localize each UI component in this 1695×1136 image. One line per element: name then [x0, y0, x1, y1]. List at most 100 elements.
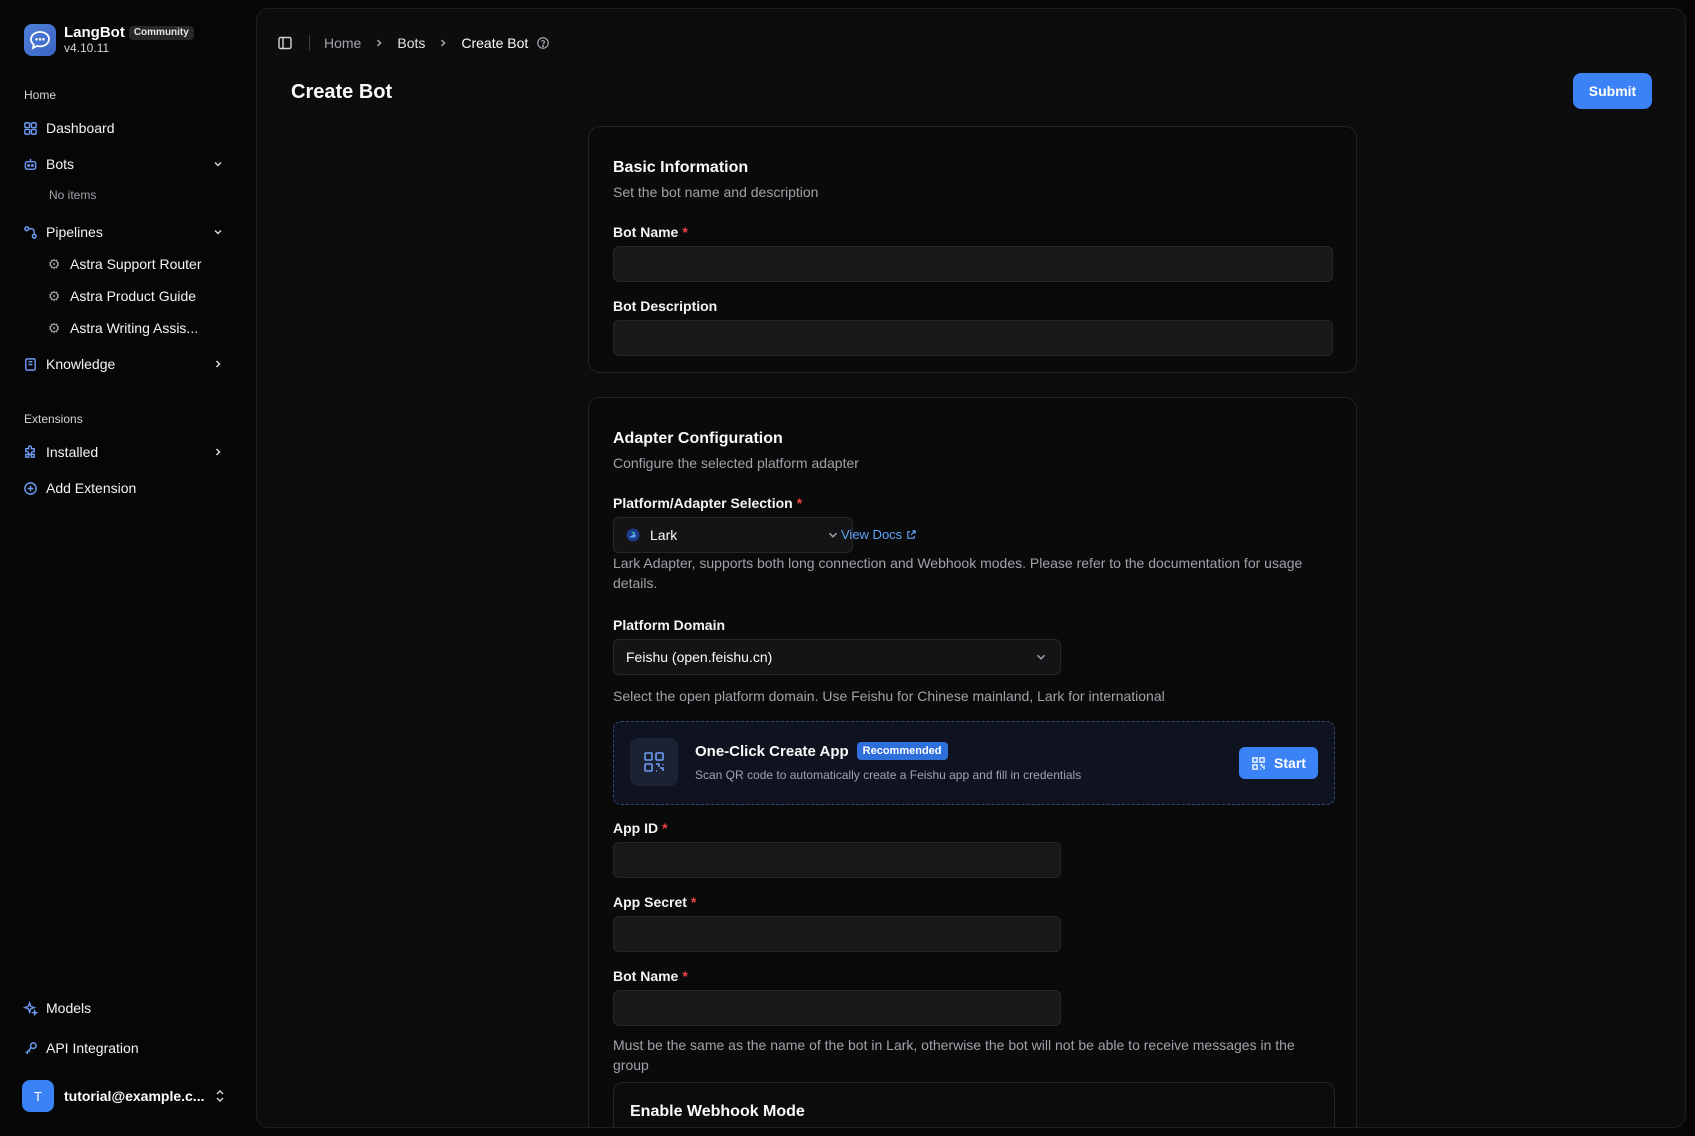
group-label-extensions: Extensions: [24, 412, 83, 426]
help-circle-icon[interactable]: [536, 36, 550, 50]
langbot-logo-icon: [24, 24, 56, 57]
one-click-create-panel: One-Click Create App Recommended Scan QR…: [613, 721, 1335, 805]
chevron-up-down-icon: [214, 1088, 226, 1109]
sidebar-item-bots[interactable]: Bots: [22, 150, 234, 178]
card-title: Basic Information: [613, 159, 749, 176]
platform-help-text: Lark Adapter, supports both long connect…: [613, 555, 1303, 591]
app-secret-label: App Secret *: [613, 894, 696, 910]
required-mark: *: [682, 968, 688, 984]
dashboard-icon: [22, 120, 38, 136]
sidebar-pipeline-item[interactable]: ⚙ Astra Writing Assis...: [46, 314, 236, 342]
platform-select[interactable]: Lark: [613, 517, 853, 553]
key-icon: [22, 1040, 38, 1056]
sidebar-item-dashboard[interactable]: Dashboard: [22, 114, 234, 142]
platform-select-value: Lark: [650, 527, 678, 543]
sidebar-item-models[interactable]: Models: [22, 994, 234, 1022]
start-button[interactable]: Start: [1239, 747, 1318, 779]
sidebar-item-label: Add Extension: [46, 480, 137, 496]
sidebar-item-label: API Integration: [46, 1040, 139, 1056]
sidebar-toggle-icon[interactable]: [275, 33, 295, 53]
breadcrumb-current: Create Bot: [461, 35, 529, 51]
user-email: tutorial@example.c...: [64, 1088, 205, 1104]
bot-description-input[interactable]: [613, 320, 1333, 356]
divider: [309, 35, 310, 51]
chevron-down-icon: [210, 156, 226, 172]
app-id-input[interactable]: [613, 842, 1061, 878]
brand[interactable]: LangBot Community v4.10.11: [24, 24, 194, 57]
sidebar-item-label: Dashboard: [46, 120, 115, 136]
bot-name-input[interactable]: [613, 246, 1333, 282]
lark-bot-name-label: Bot Name *: [613, 968, 688, 984]
external-link-icon: [906, 529, 917, 540]
view-docs-link[interactable]: View Docs: [841, 527, 917, 542]
app-secret-input[interactable]: [613, 916, 1061, 952]
gear-icon: ⚙: [47, 255, 61, 272]
qr-scan-icon: [1251, 756, 1266, 771]
sidebar-item-add-extension[interactable]: Add Extension: [22, 474, 234, 502]
submit-button[interactable]: Submit: [1573, 73, 1652, 109]
one-click-description: Scan QR code to automatically create a F…: [695, 768, 1082, 782]
required-mark: *: [662, 820, 668, 836]
required-mark: *: [682, 224, 688, 240]
pipeline-icon: [22, 224, 38, 240]
chevron-right-icon: [437, 37, 449, 49]
label-text: Bot Name: [613, 968, 679, 984]
label-text: Platform/Adapter Selection: [613, 495, 793, 511]
basic-info-card: Basic Information Set the bot name and d…: [588, 126, 1357, 373]
pipeline-item-label: Astra Support Router: [70, 256, 202, 272]
sidebar-item-api-integration[interactable]: API Integration: [22, 1034, 234, 1062]
chevron-right-icon: [210, 444, 226, 460]
chevron-right-icon: [373, 37, 385, 49]
avatar: T: [22, 1080, 54, 1112]
sidebar-item-label: Models: [46, 1000, 92, 1016]
edition-badge: Community: [128, 26, 194, 40]
recommended-badge: Recommended: [856, 742, 948, 760]
group-label-home: Home: [24, 88, 57, 102]
sidebar-pipeline-item[interactable]: ⚙ Astra Support Router: [46, 250, 236, 278]
top-bar: Home Bots Create Bot: [275, 31, 550, 55]
label-text: App ID: [613, 820, 659, 836]
domain-help-text: Select the open platform domain. Use Fei…: [613, 688, 1165, 704]
sidebar-item-label: Installed: [46, 444, 99, 460]
puzzle-icon: [22, 444, 38, 460]
breadcrumb-bots[interactable]: Bots: [397, 35, 425, 51]
sidebar-item-label: Knowledge: [46, 356, 116, 372]
platform-domain-label: Platform Domain: [613, 617, 726, 633]
sidebar-item-pipelines[interactable]: Pipelines: [22, 218, 234, 246]
breadcrumb-home[interactable]: Home: [324, 35, 361, 51]
label-text: App Secret: [613, 894, 687, 910]
chevron-down-icon: [210, 224, 226, 240]
label-text: Bot Name: [613, 224, 679, 240]
domain-select-value: Feishu (open.feishu.cn): [626, 649, 773, 665]
sparkles-icon: [22, 1000, 38, 1016]
lark-bot-name-input[interactable]: [613, 990, 1061, 1026]
sidebar-item-installed[interactable]: Installed: [22, 438, 234, 466]
plus-circle-icon: [22, 480, 38, 496]
qr-code-icon: [630, 738, 678, 786]
user-menu[interactable]: T tutorial@example.c...: [22, 1078, 234, 1114]
chevron-down-icon: [826, 528, 840, 542]
required-mark: *: [690, 894, 697, 910]
one-click-title: One-Click Create App Recommended: [695, 742, 948, 760]
brand-version: v4.10.11: [64, 41, 110, 56]
start-label: Start: [1274, 755, 1306, 771]
main-panel: Home Bots Create Bot Create Bot Submit B…: [256, 8, 1686, 1128]
app-id-label: App ID *: [613, 820, 668, 836]
sidebar-item-label: Bots: [46, 156, 75, 172]
bot-icon: [22, 156, 38, 172]
card-title: Adapter Configuration: [613, 430, 783, 447]
platform-selection-label: Platform/Adapter Selection *: [613, 495, 802, 511]
gear-icon: ⚙: [47, 287, 61, 304]
book-icon: [22, 356, 38, 372]
gear-icon: ⚙: [47, 319, 61, 336]
chevron-right-icon: [210, 356, 226, 372]
sidebar-pipeline-item[interactable]: ⚙ Astra Product Guide: [46, 282, 236, 310]
bot-description-label: Bot Description: [613, 298, 718, 314]
page-title: Create Bot: [291, 81, 393, 103]
chevron-down-icon: [1034, 650, 1048, 664]
platform-domain-select[interactable]: Feishu (open.feishu.cn): [613, 639, 1061, 675]
sidebar-item-knowledge[interactable]: Knowledge: [22, 350, 234, 378]
bot-name-label: Bot Name *: [613, 224, 688, 240]
lark-logo-icon: [626, 528, 640, 542]
one-click-title-text: One-Click Create App: [695, 742, 849, 760]
